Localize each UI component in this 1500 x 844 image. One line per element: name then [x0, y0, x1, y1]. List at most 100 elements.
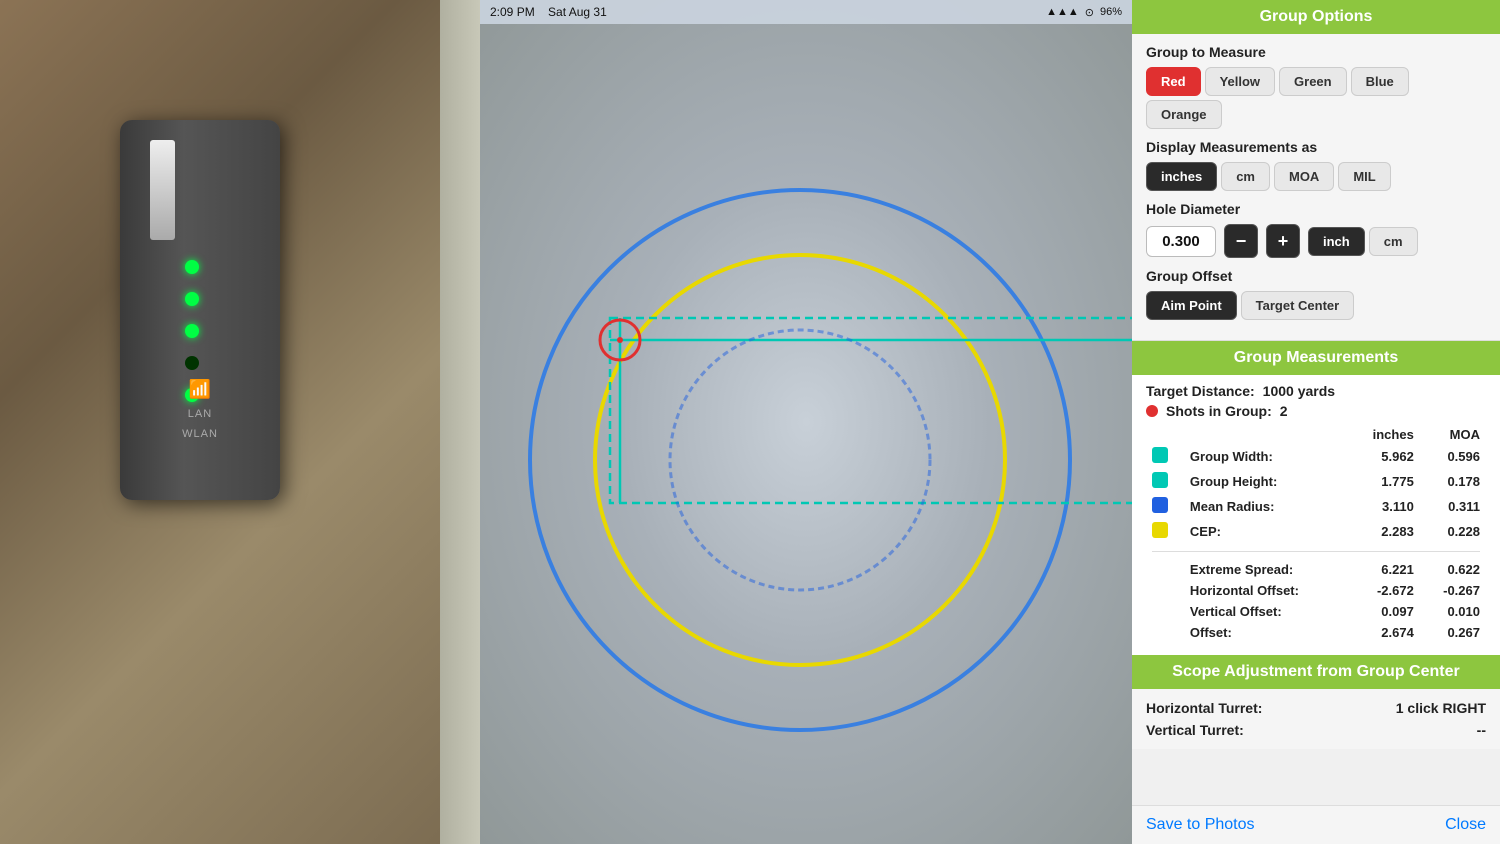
shots-in-group-value: 2: [1280, 403, 1288, 419]
meas-inches-6: 0.097: [1348, 601, 1420, 622]
led-3: [185, 324, 199, 338]
date-text: Sat Aug 31: [548, 5, 607, 19]
horizontal-turret-row: Horizontal Turret: 1 click RIGHT: [1146, 697, 1486, 719]
color-swatch-2: [1152, 497, 1168, 513]
meas-label-6: Vertical Offset:: [1184, 601, 1348, 622]
bottom-actions: Save to Photos Close: [1132, 805, 1500, 844]
meas-moa-2: 0.311: [1420, 494, 1486, 519]
meas-swatch-1: [1146, 469, 1184, 494]
status-bar: 2:09 PM Sat Aug 31 ▲▲▲ ⊙ 96%: [480, 0, 1132, 24]
meas-label-7: Offset:: [1184, 622, 1348, 643]
target-distance-label: Target Distance:: [1146, 383, 1255, 399]
meas-moa-6: 0.010: [1420, 601, 1486, 622]
scope-adjustment-section: Scope Adjustment from Group Center Horiz…: [1132, 655, 1500, 749]
group-to-measure-label: Group to Measure: [1146, 44, 1486, 60]
signal-icon: ▲▲▲: [1046, 6, 1079, 18]
target-overlay: [480, 0, 1132, 844]
hole-increment-btn[interactable]: +: [1266, 224, 1300, 258]
meas-swatch-4: [1146, 559, 1184, 580]
save-to-photos-button[interactable]: Save to Photos: [1146, 816, 1255, 834]
meas-moa-5: -0.267: [1420, 580, 1486, 601]
btn-blue[interactable]: Blue: [1351, 67, 1409, 96]
meas-row-4: Extreme Spread:6.2210.622: [1146, 559, 1486, 580]
meas-inches-0: 5.962: [1348, 444, 1420, 469]
group-measurements-section: Group Measurements Target Distance: 1000…: [1132, 340, 1500, 655]
time-text: 2:09 PM: [490, 5, 535, 19]
led-2: [185, 292, 199, 306]
right-panel: Group Options Group to Measure Red Yello…: [1132, 0, 1500, 844]
meas-row-3: CEP:2.2830.228: [1146, 519, 1486, 544]
meas-row-0: Group Width:5.9620.596: [1146, 444, 1486, 469]
hole-unit-buttons: inch cm: [1308, 227, 1418, 256]
btn-target-center[interactable]: Target Center: [1241, 291, 1355, 320]
center-camera-panel: 2:09 PM Sat Aug 31 ▲▲▲ ⊙ 96%: [480, 0, 1132, 844]
group-measurements-header: Group Measurements: [1132, 341, 1500, 375]
btn-red[interactable]: Red: [1146, 67, 1201, 96]
meas-moa-1: 0.178: [1420, 469, 1486, 494]
display-measurements-buttons: inches cm MOA MIL: [1146, 162, 1486, 191]
target-distance-row: Target Distance: 1000 yards: [1146, 383, 1486, 399]
meas-label-2: Mean Radius:: [1184, 494, 1348, 519]
meas-label-5: Horizontal Offset:: [1184, 580, 1348, 601]
btn-orange[interactable]: Orange: [1146, 100, 1222, 129]
meas-inches-1: 1.775: [1348, 469, 1420, 494]
meas-label-3: CEP:: [1184, 519, 1348, 544]
horizontal-turret-label: Horizontal Turret:: [1146, 700, 1262, 716]
wifi-icon: 📶: [189, 379, 211, 400]
meas-row-6: Vertical Offset:0.0970.010: [1146, 601, 1486, 622]
color-swatch-0: [1152, 447, 1168, 463]
btn-cm-unit[interactable]: cm: [1369, 227, 1418, 256]
scope-adjustment-header: Scope Adjustment from Group Center: [1132, 655, 1500, 689]
meas-inches-7: 2.674: [1348, 622, 1420, 643]
measurements-body: Target Distance: 1000 yards Shots in Gro…: [1132, 375, 1500, 655]
meas-label-0: Group Width:: [1184, 444, 1348, 469]
btn-green[interactable]: Green: [1279, 67, 1347, 96]
meas-label-4: Extreme Spread:: [1184, 559, 1348, 580]
meas-swatch-7: [1146, 622, 1184, 643]
meas-swatch-6: [1146, 601, 1184, 622]
group-options-header: Group Options: [1132, 0, 1500, 34]
save-label: Save to Photos: [1146, 816, 1255, 833]
btn-inches[interactable]: inches: [1146, 162, 1217, 191]
btn-inch[interactable]: inch: [1308, 227, 1365, 256]
left-photo-panel: 📶 LAN WLAN: [0, 0, 480, 844]
measurements-table: inches MOA Group Width:5.9620.596Group H…: [1146, 425, 1486, 643]
led-4: [185, 356, 199, 370]
meas-swatch-0: [1146, 444, 1184, 469]
hole-diameter-label: Hole Diameter: [1146, 201, 1486, 217]
meas-swatch-2: [1146, 494, 1184, 519]
group-offset-label: Group Offset: [1146, 268, 1486, 284]
group-options-body: Group to Measure Red Yellow Green Blue O…: [1132, 34, 1500, 340]
hole-diameter-row: 0.300 − + inch cm: [1146, 224, 1486, 258]
btn-aim-point[interactable]: Aim Point: [1146, 291, 1237, 320]
router-device: 📶 LAN WLAN: [100, 120, 300, 520]
horizontal-turret-value: 1 click RIGHT: [1396, 700, 1486, 716]
wlan-label: WLAN: [182, 428, 218, 440]
status-time: 2:09 PM Sat Aug 31: [490, 5, 607, 19]
meas-label-1: Group Height:: [1184, 469, 1348, 494]
meas-row-7: Offset:2.6740.267: [1146, 622, 1486, 643]
vertical-turret-row: Vertical Turret: --: [1146, 719, 1486, 741]
vertical-turret-value: --: [1477, 722, 1486, 738]
close-button[interactable]: Close: [1445, 816, 1486, 834]
hole-diameter-value: 0.300: [1146, 226, 1216, 257]
btn-yellow[interactable]: Yellow: [1205, 67, 1275, 96]
hole-decrement-btn[interactable]: −: [1224, 224, 1258, 258]
meas-moa-0: 0.596: [1420, 444, 1486, 469]
meas-inches-3: 2.283: [1348, 519, 1420, 544]
meas-swatch-5: [1146, 580, 1184, 601]
shots-in-group-label: Shots in Group:: [1166, 403, 1272, 419]
meas-inches-4: 6.221: [1348, 559, 1420, 580]
btn-moa[interactable]: MOA: [1274, 162, 1334, 191]
meas-moa-4: 0.622: [1420, 559, 1486, 580]
shots-red-dot: [1146, 405, 1158, 417]
shots-in-group-row: Shots in Group: 2: [1146, 403, 1486, 419]
btn-cm[interactable]: cm: [1221, 162, 1270, 191]
group-to-measure-buttons: Red Yellow Green Blue Orange: [1146, 67, 1486, 129]
scope-adjustment-body: Horizontal Turret: 1 click RIGHT Vertica…: [1132, 689, 1500, 749]
btn-mil[interactable]: MIL: [1338, 162, 1390, 191]
meas-row-1: Group Height:1.7750.178: [1146, 469, 1486, 494]
group-offset-buttons: Aim Point Target Center: [1146, 291, 1486, 320]
lan-label: LAN: [188, 408, 212, 420]
meas-moa-3: 0.228: [1420, 519, 1486, 544]
